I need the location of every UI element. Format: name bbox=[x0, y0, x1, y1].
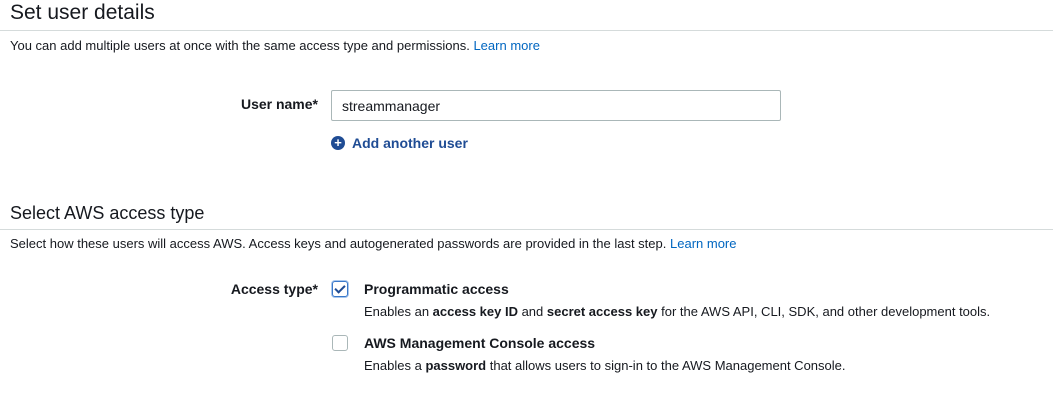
plus-circle-icon: + bbox=[331, 136, 345, 150]
access-type-description: Select how these users will access AWS. … bbox=[10, 236, 736, 252]
learn-more-link[interactable]: Learn more bbox=[473, 38, 539, 53]
desc-bold-password: password bbox=[425, 358, 487, 373]
add-another-user-label: Add another user bbox=[352, 135, 468, 151]
user-details-description: You can add multiple users at once with … bbox=[10, 38, 540, 54]
learn-more-link[interactable]: Learn more bbox=[670, 236, 736, 251]
desc-bold-access-key-id: access key ID bbox=[432, 304, 518, 319]
checkmark-icon bbox=[334, 282, 346, 294]
section-title-access-type: Select AWS access type bbox=[10, 203, 205, 223]
desc-text: Enables a bbox=[364, 358, 426, 373]
user-name-label: User name* bbox=[240, 96, 318, 112]
access-type-label: Access type* bbox=[230, 281, 318, 297]
desc-text: Enables an bbox=[364, 304, 433, 319]
desc-text: that allows users to sign-in to the AWS … bbox=[486, 358, 846, 373]
console-access-checkbox[interactable] bbox=[332, 335, 348, 351]
user-details-description-text: You can add multiple users at once with … bbox=[10, 38, 470, 53]
section-divider bbox=[0, 30, 1053, 31]
desc-text: for the AWS API, CLI, SDK, and other dev… bbox=[657, 304, 991, 319]
desc-bold-secret-access-key: secret access key bbox=[546, 304, 658, 319]
programmatic-access-title: Programmatic access bbox=[364, 281, 509, 297]
user-name-input[interactable] bbox=[331, 90, 781, 121]
desc-text: and bbox=[517, 304, 547, 319]
add-another-user-link[interactable]: + Add another user bbox=[331, 135, 468, 151]
programmatic-access-description: Enables an access key ID and secret acce… bbox=[364, 304, 990, 319]
section-title-user-details: Set user details bbox=[10, 1, 155, 24]
console-access-title: AWS Management Console access bbox=[364, 335, 596, 351]
console-access-description: Enables a password that allows users to … bbox=[364, 358, 846, 373]
programmatic-access-checkbox[interactable] bbox=[332, 281, 348, 297]
access-type-description-text: Select how these users will access AWS. … bbox=[10, 236, 667, 251]
section-divider bbox=[0, 229, 1053, 230]
